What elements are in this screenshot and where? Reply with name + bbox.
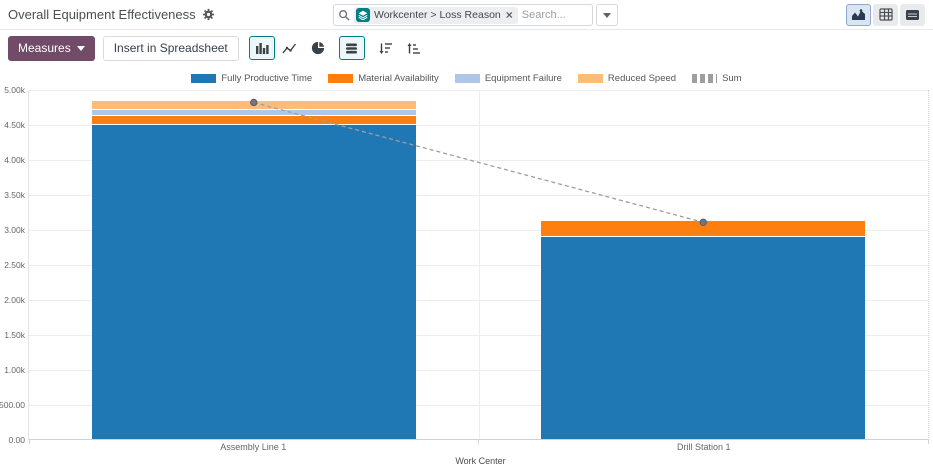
chart-type-buttons xyxy=(249,36,427,60)
pie-chart-icon xyxy=(311,41,325,55)
insert-in-spreadsheet-button[interactable]: Insert in Spreadsheet xyxy=(103,36,239,61)
x-tick-mark xyxy=(478,440,479,444)
y-tick-label: 2.00k xyxy=(4,295,25,305)
list-view-icon xyxy=(905,9,920,21)
legend-swatch xyxy=(578,74,603,83)
x-category-label: Assembly Line 1 xyxy=(28,442,479,452)
x-tick-mark xyxy=(928,440,929,444)
x-axis-title: Work Center xyxy=(28,454,933,467)
layers-icon xyxy=(356,8,370,22)
legend-label: Material Availability xyxy=(358,73,439,84)
bar-segment-material-availability[interactable] xyxy=(541,221,865,237)
legend-item-sum[interactable]: Sum xyxy=(692,73,742,84)
y-tick-label: 500.00 xyxy=(0,400,25,410)
bar-assembly-line-1[interactable] xyxy=(92,101,416,439)
sort-asc-icon xyxy=(407,42,421,55)
search-bar: Workcenter > Loss Reason × xyxy=(333,4,618,26)
legend-item-equipment-failure[interactable]: Equipment Failure xyxy=(455,73,562,84)
line-chart-icon xyxy=(282,42,297,55)
legend-item-reduced-speed[interactable]: Reduced Speed xyxy=(578,73,676,84)
search-box[interactable]: Workcenter > Loss Reason × xyxy=(333,4,593,26)
bar-segment-fully-productive-time[interactable] xyxy=(92,125,416,439)
legend-swatch xyxy=(455,74,480,83)
bar-segment-material-availability[interactable] xyxy=(92,116,416,125)
y-tick-label: 4.00k xyxy=(4,155,25,165)
area-chart-icon xyxy=(851,8,866,21)
sort-descending-button[interactable] xyxy=(373,36,399,60)
legend-label: Reduced Speed xyxy=(608,73,676,84)
line-chart-button[interactable] xyxy=(277,36,303,60)
sort-ascending-button[interactable] xyxy=(401,36,427,60)
v-gridline xyxy=(479,90,480,439)
measures-label: Measures xyxy=(18,41,71,55)
y-tick-label: 1.00k xyxy=(4,365,25,375)
gear-icon[interactable] xyxy=(202,8,215,21)
y-tick-label: 4.50k xyxy=(4,120,25,130)
stacked-icon xyxy=(345,42,358,55)
sort-desc-icon xyxy=(379,42,393,55)
search-input[interactable] xyxy=(522,9,588,21)
pivot-view-icon xyxy=(879,8,893,21)
legend-item-material-availability[interactable]: Material Availability xyxy=(328,73,439,84)
legend-swatch xyxy=(328,74,353,83)
x-tick-mark xyxy=(29,440,30,444)
y-tick-label: 3.50k xyxy=(4,190,25,200)
y-axis: 5.00k4.50k4.00k3.50k3.00k2.50k2.00k1.50k… xyxy=(0,90,28,440)
search-icon xyxy=(338,9,350,21)
view-switcher-pivot[interactable] xyxy=(873,4,898,26)
y-tick-label: 5.00k xyxy=(4,85,25,95)
caret-down-icon xyxy=(77,46,85,51)
bar-chart-button[interactable] xyxy=(249,36,275,60)
view-switcher-list[interactable] xyxy=(900,4,925,26)
y-tick-label: 3.00k xyxy=(4,225,25,235)
view-switcher-graph[interactable] xyxy=(846,4,871,26)
search-options-toggle[interactable] xyxy=(596,4,618,26)
bar-drill-station-1[interactable] xyxy=(541,221,865,439)
sum-swatch xyxy=(692,74,717,83)
bar-segment-reduced-speed[interactable] xyxy=(92,101,416,109)
header-bar: Overall Equipment Effectiveness xyxy=(0,0,933,30)
search-facet: Workcenter > Loss Reason × xyxy=(354,7,518,24)
chart-area: 5.00k4.50k4.00k3.50k3.00k2.50k2.00k1.50k… xyxy=(0,90,933,440)
legend-label: Equipment Failure xyxy=(485,73,562,84)
y-tick-label: 1.50k xyxy=(4,330,25,340)
plot-area xyxy=(28,90,929,440)
page-title: Overall Equipment Effectiveness xyxy=(8,7,196,22)
facet-label: Workcenter > Loss Reason xyxy=(374,9,501,21)
measures-button[interactable]: Measures xyxy=(8,36,95,61)
y-tick-label: 0.00 xyxy=(8,435,25,445)
y-tick-label: 2.50k xyxy=(4,260,25,270)
close-icon[interactable]: × xyxy=(505,9,514,21)
bar-segment-fully-productive-time[interactable] xyxy=(541,237,865,439)
legend-label: Sum xyxy=(722,73,742,84)
legend-item-fully-productive-time[interactable]: Fully Productive Time xyxy=(191,73,312,84)
control-toolbar: Measures Insert in Spreadsheet xyxy=(0,30,933,66)
chart-legend: Fully Productive Time Material Availabili… xyxy=(0,70,933,86)
bar-chart-icon xyxy=(255,42,269,55)
stacked-toggle-button[interactable] xyxy=(339,36,365,60)
legend-swatch xyxy=(191,74,216,83)
view-switcher xyxy=(846,4,925,26)
x-category-label: Drill Station 1 xyxy=(479,442,930,452)
pie-chart-button[interactable] xyxy=(305,36,331,60)
legend-label: Fully Productive Time xyxy=(221,73,312,84)
caret-down-icon xyxy=(603,13,611,18)
